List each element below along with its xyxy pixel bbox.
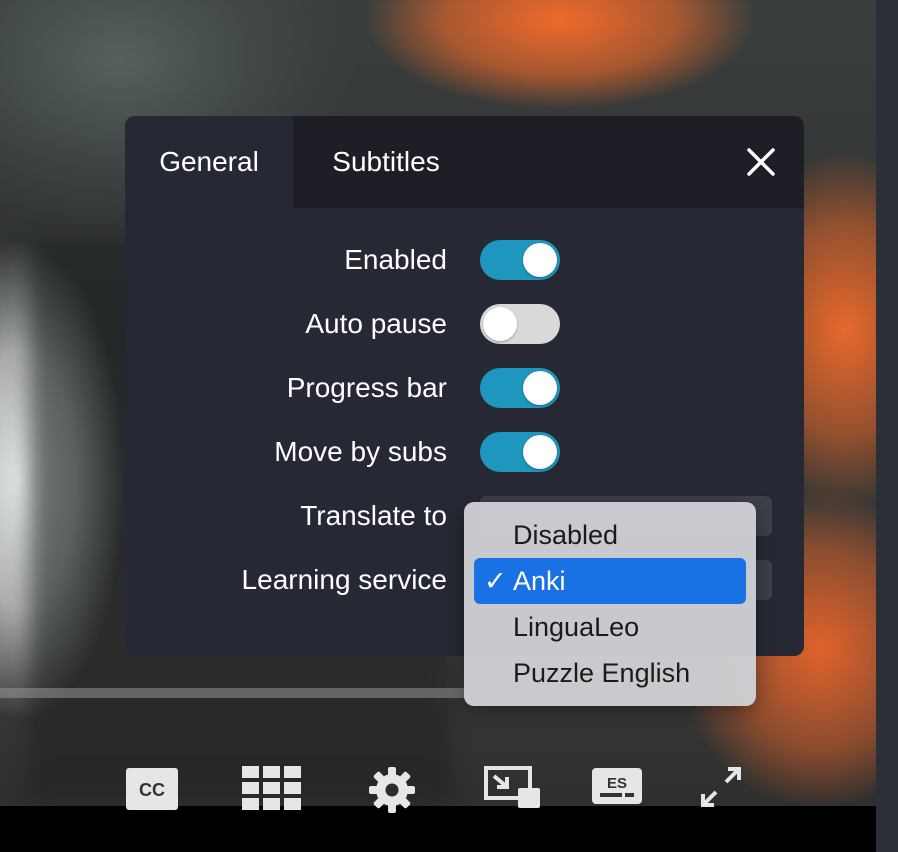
tab-bar: General Subtitles xyxy=(125,116,804,208)
toggle-knob xyxy=(523,243,557,277)
dropdown-option-puzzle-english[interactable]: Puzzle English xyxy=(474,650,746,696)
enabled-label: Enabled xyxy=(344,244,447,275)
gear-icon[interactable] xyxy=(368,766,416,814)
translate-to-label: Translate to xyxy=(300,500,447,531)
es-text: ES xyxy=(607,775,627,792)
progress-bar-toggle[interactable] xyxy=(480,368,560,408)
tab-general[interactable]: General xyxy=(125,116,293,208)
learning-service-dropdown: Disabled ✓ Anki LinguaLeo Puzzle English xyxy=(464,502,756,706)
option-label: Anki xyxy=(513,566,566,596)
grid-icon[interactable] xyxy=(242,766,302,810)
toggle-knob xyxy=(523,371,557,405)
dropdown-option-lingualeo[interactable]: LinguaLeo xyxy=(474,604,746,650)
enabled-toggle[interactable] xyxy=(480,240,560,280)
window-edge xyxy=(876,0,898,852)
auto-pause-toggle[interactable] xyxy=(480,304,560,344)
picture-in-picture-icon[interactable] xyxy=(484,766,540,810)
dropdown-option-disabled[interactable]: Disabled xyxy=(474,512,746,558)
progress-bar-label: Progress bar xyxy=(286,372,447,403)
cc-text: CC xyxy=(139,780,165,800)
player-bottom-bar xyxy=(0,806,876,852)
close-icon[interactable] xyxy=(743,144,779,180)
toggle-knob xyxy=(483,307,517,341)
closed-captions-icon[interactable]: CC xyxy=(126,768,178,810)
checkmark-icon: ✓ xyxy=(484,566,507,596)
dropdown-option-anki[interactable]: ✓ Anki xyxy=(474,558,746,604)
tab-subtitles[interactable]: Subtitles xyxy=(293,116,479,208)
seek-bar[interactable] xyxy=(0,688,470,698)
toggle-knob xyxy=(523,435,557,469)
learning-service-label: Learning service xyxy=(241,564,447,595)
fullscreen-icon[interactable] xyxy=(700,766,742,808)
option-label: Puzzle English xyxy=(513,658,691,688)
option-label: LinguaLeo xyxy=(513,612,640,642)
auto-pause-label: Auto pause xyxy=(305,308,447,339)
option-label: Disabled xyxy=(513,520,619,550)
move-by-subs-toggle[interactable] xyxy=(480,432,560,472)
subtitle-language-icon[interactable]: ES xyxy=(592,768,642,808)
move-by-subs-label: Move by subs xyxy=(274,436,447,467)
